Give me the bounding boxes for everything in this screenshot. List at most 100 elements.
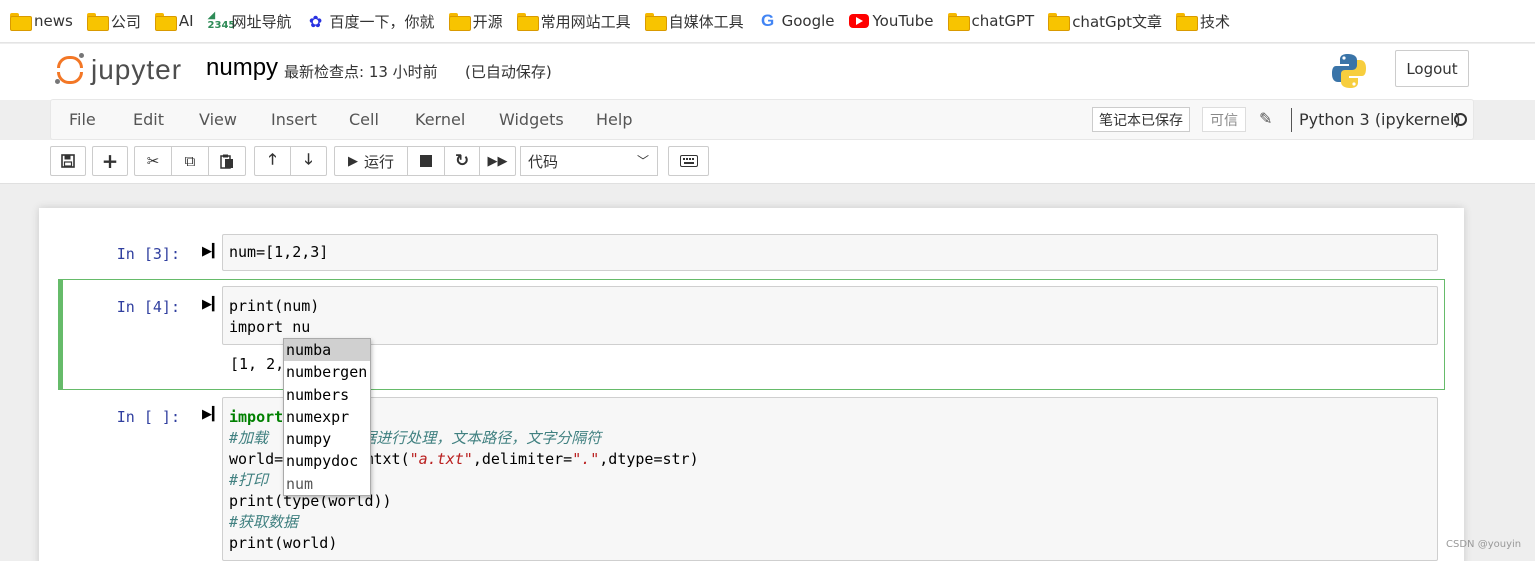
kernel-idle-icon: [1454, 113, 1467, 126]
autocomplete-option[interactable]: numpy: [284, 428, 370, 450]
save-icon: [61, 154, 75, 168]
paste-button[interactable]: [208, 146, 246, 176]
move-down-button[interactable]: 🡓: [290, 146, 327, 176]
restart-button[interactable]: ↻: [444, 146, 480, 176]
autocomplete-option[interactable]: numpydoc: [284, 450, 370, 472]
menu-insert[interactable]: Insert: [271, 110, 317, 129]
watermark: CSDN @youyin: [1446, 539, 1522, 550]
bookmark-nav[interactable]: ◢ 2345 网址导航: [208, 11, 292, 32]
folder-icon: [1048, 13, 1071, 31]
pencil-icon[interactable]: ✎: [1259, 109, 1272, 128]
arrow-down-icon: 🡓: [304, 149, 313, 168]
plus-icon: +: [101, 149, 119, 173]
cell-prompt: In [4]:: [116, 298, 180, 316]
bookmark-google[interactable]: G Google: [758, 11, 835, 31]
run-button[interactable]: ▶ 运行: [334, 146, 408, 176]
code-comment: #打印: [229, 471, 269, 489]
code-cell-input[interactable]: import #加载 对数据进行处理，文本路径，文字分隔符 world= rom…: [222, 397, 1438, 561]
trusted-badge[interactable]: 可信: [1202, 107, 1246, 132]
logo-text: jupyter: [91, 54, 183, 85]
kernel-divider: [1291, 108, 1292, 132]
autocomplete-option[interactable]: numba: [284, 339, 370, 362]
folder-icon: [644, 13, 667, 31]
python-logo-icon: [1332, 54, 1366, 88]
play-icon: ▶: [347, 153, 358, 169]
run-cell-icon[interactable]: ▶▎: [202, 297, 222, 312]
folder-icon: [86, 13, 109, 31]
cell-type-value: 代码: [528, 152, 559, 171]
notebook-toolbar: + ✂ ⧉ 🡑 🡓 ▶ 运行 ↻ ▶▶ 代码 ﹀: [0, 140, 1535, 184]
interrupt-button[interactable]: [407, 146, 445, 176]
cell-prompt: In [ ]:: [116, 408, 180, 426]
jupyter-logo[interactable]: jupyter: [55, 53, 182, 87]
bookmark-opensource[interactable]: 开源: [448, 11, 503, 32]
scissors-icon: ✂: [146, 152, 160, 170]
run-label: 运行: [363, 152, 394, 171]
checkpoint-status: 最新检查点: 13 小时前: [284, 63, 438, 81]
folder-icon: [516, 13, 539, 31]
code-cell-input[interactable]: print(num) import nu: [222, 286, 1438, 345]
bookmark-company[interactable]: 公司: [86, 11, 141, 32]
bookmark-chatgpt[interactable]: chatGPT: [947, 12, 1034, 31]
keyboard-icon: [679, 155, 698, 167]
command-palette-button[interactable]: [668, 146, 709, 176]
menubar: File Edit View Insert Cell Kernel Widget…: [50, 99, 1474, 140]
folder-icon: [10, 13, 32, 31]
menu-widgets[interactable]: Widgets: [499, 110, 564, 129]
bookmark-ai[interactable]: AI: [154, 12, 194, 31]
cell-type-select[interactable]: 代码 ﹀: [520, 146, 658, 176]
stop-icon: [420, 155, 432, 167]
code-line: print(num): [229, 297, 320, 315]
bookmark-chatgpt-articles[interactable]: chatGpt文章: [1048, 11, 1162, 32]
notebook-title[interactable]: numpy: [206, 54, 278, 82]
insert-cell-button[interactable]: +: [92, 146, 128, 176]
cell-prompt: In [3]:: [116, 245, 180, 263]
folder-icon: [448, 13, 471, 31]
folder-icon: [154, 13, 177, 31]
google-icon: G: [760, 11, 775, 30]
copy-button[interactable]: ⧉: [171, 146, 209, 176]
code-line: print(world): [229, 534, 338, 552]
menu-edit[interactable]: Edit: [133, 110, 164, 129]
code-line: import: [229, 408, 284, 426]
menu-view[interactable]: View: [199, 110, 237, 129]
menu-help[interactable]: Help: [596, 110, 632, 129]
run-cell-icon[interactable]: ▶▎: [202, 407, 222, 422]
folder-icon: [1176, 13, 1199, 31]
move-up-button[interactable]: 🡑: [254, 146, 291, 176]
jupyter-logo-icon: [55, 53, 85, 87]
autocomplete-option[interactable]: numbers: [284, 384, 370, 406]
restart-icon: ↻: [454, 151, 470, 171]
code-cell-input[interactable]: num=[1,2,3]: [222, 234, 1438, 271]
jupyter-header: jupyter numpy 最新检查点: 13 小时前 (已自动保存) Logo…: [0, 44, 1535, 100]
bookmark-tools[interactable]: 常用网站工具: [516, 11, 631, 32]
autocomplete-option[interactable]: num: [284, 473, 370, 495]
nav-2345-icon: ◢ 2345: [207, 10, 236, 31]
menu-kernel[interactable]: Kernel: [415, 110, 465, 129]
code-comment: #获取数据: [229, 513, 299, 531]
chevron-down-icon: ﹀: [636, 154, 649, 168]
copy-icon: ⧉: [184, 152, 196, 170]
kernel-name[interactable]: Python 3 (ipykernel): [1299, 110, 1461, 129]
bookmark-baidu[interactable]: ✿ 百度一下，你就: [306, 11, 435, 32]
fast-forward-icon: ▶▶: [487, 153, 508, 169]
menu-cell[interactable]: Cell: [349, 110, 379, 129]
autocomplete-dropdown[interactable]: numba numbergen numbers numexpr numpy nu…: [283, 338, 371, 497]
code-line: num=[1,2,3]: [229, 243, 329, 261]
code-line: import nu: [229, 318, 311, 336]
autocomplete-option[interactable]: numexpr: [284, 406, 370, 428]
cut-button[interactable]: ✂: [134, 146, 172, 176]
baidu-paw-icon: ✿: [308, 11, 323, 31]
save-button[interactable]: [50, 146, 86, 176]
save-status-badge: 笔记本已保存: [1092, 107, 1190, 132]
bookmark-youtube[interactable]: YouTube: [848, 12, 934, 30]
bookmark-tech[interactable]: 技术: [1176, 11, 1230, 32]
menu-file[interactable]: File: [69, 110, 96, 129]
restart-run-all-button[interactable]: ▶▶: [479, 146, 516, 176]
bookmark-news[interactable]: news: [10, 12, 73, 31]
bookmark-media[interactable]: 自媒体工具: [644, 11, 744, 32]
bookmarks-bar: news 公司 AI ◢ 2345 网址导航 ✿ 百度一下，你就 开源 常用网站工具 …: [0, 0, 1535, 43]
run-cell-icon[interactable]: ▶▎: [202, 244, 222, 259]
logout-button[interactable]: Logout: [1395, 50, 1469, 87]
autocomplete-option[interactable]: numbergen: [284, 361, 370, 383]
